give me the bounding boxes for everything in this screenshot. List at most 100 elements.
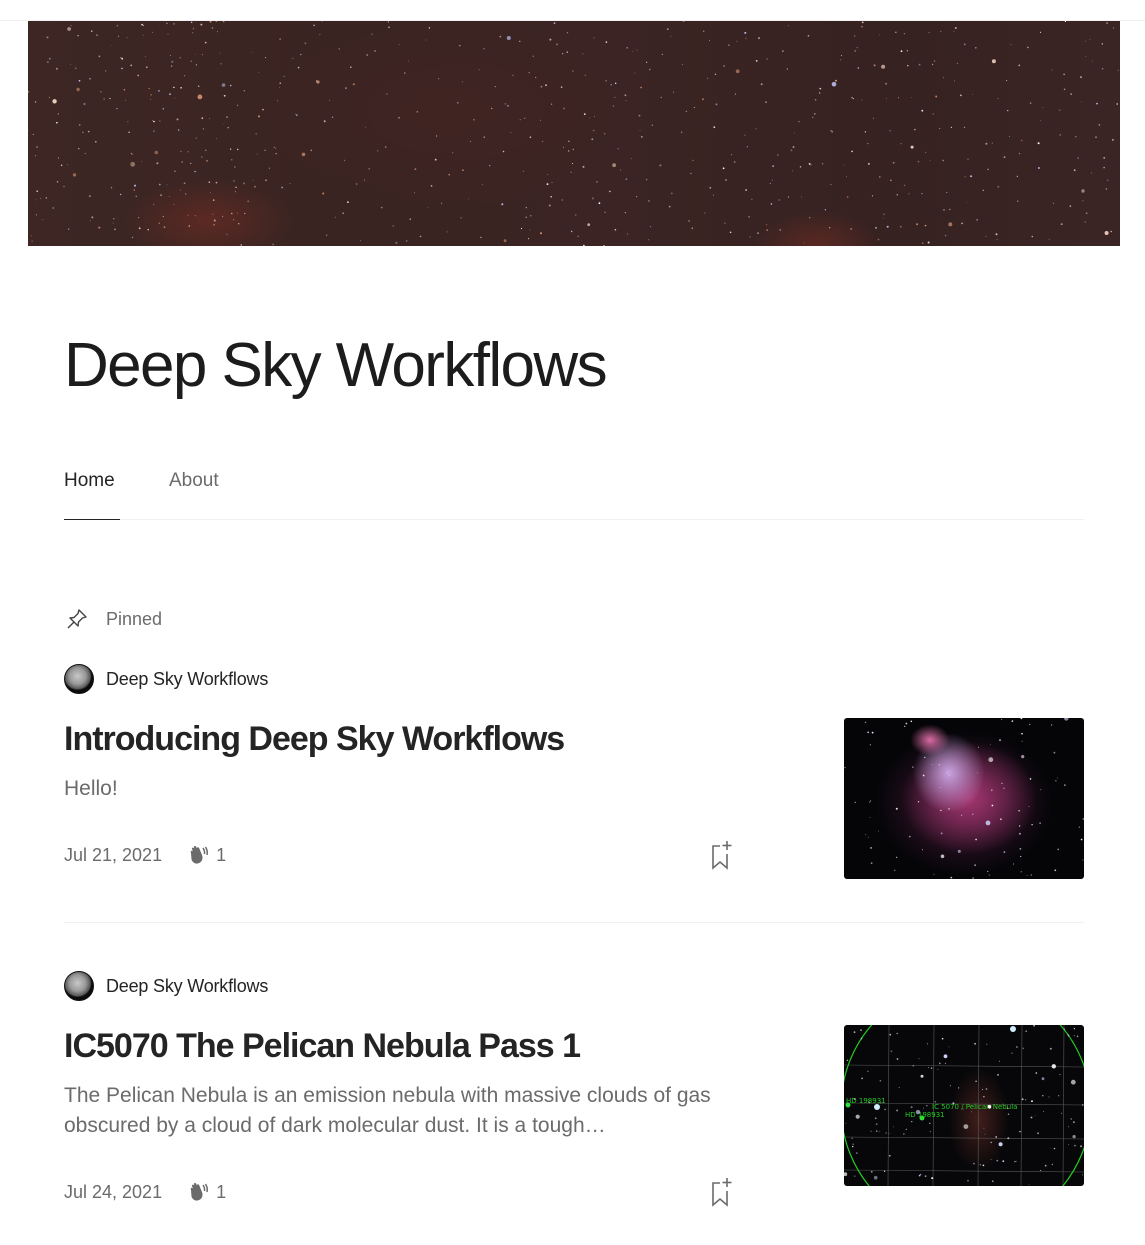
thumbnail-stars [844, 718, 1084, 879]
star [546, 183, 549, 186]
star [615, 82, 617, 84]
star [778, 199, 780, 201]
star [760, 83, 763, 86]
bookmark-add-button[interactable] [708, 1175, 738, 1209]
article-author[interactable]: Deep Sky Workflows [64, 664, 268, 694]
star [983, 1127, 985, 1129]
star [158, 90, 160, 92]
star [751, 198, 753, 200]
star [725, 179, 727, 181]
star [323, 120, 326, 123]
star [1064, 21, 1066, 22]
star [861, 21, 864, 24]
star [995, 233, 998, 236]
star [1002, 1160, 1005, 1163]
star [991, 804, 994, 807]
star [996, 1159, 999, 1162]
star [1028, 805, 1030, 807]
star [279, 82, 281, 84]
star [937, 1068, 939, 1070]
star [660, 96, 662, 99]
star [1007, 1137, 1010, 1140]
star [746, 146, 748, 148]
star [528, 238, 530, 240]
article-subtitle[interactable]: The Pelican Nebula is an emission nebula… [64, 1081, 764, 1141]
star [729, 231, 732, 234]
star [610, 84, 612, 86]
star [529, 136, 532, 138]
star [192, 27, 195, 30]
star [617, 148, 619, 150]
star [593, 37, 595, 39]
star [1051, 1064, 1056, 1069]
star [896, 1057, 899, 1060]
article-thumbnail[interactable]: HD 198931 HD 198931 IC 5070 / Pelican Ne… [844, 1025, 1084, 1186]
article-meta: Jul 21, 2021 1 [64, 844, 226, 866]
star [524, 117, 526, 119]
star [78, 124, 81, 126]
clap-button[interactable]: 1 [186, 1181, 226, 1203]
star [895, 807, 898, 810]
star [922, 242, 924, 244]
star [32, 133, 34, 136]
star [174, 170, 176, 173]
tab-home[interactable]: Home [64, 468, 115, 494]
star [896, 1109, 898, 1112]
star [483, 136, 485, 138]
star [788, 25, 789, 27]
article-title[interactable]: Introducing Deep Sky Workflows [64, 718, 565, 760]
star [1028, 1184, 1030, 1185]
star [604, 211, 606, 213]
article-subtitle[interactable]: Hello! [64, 774, 764, 804]
star [985, 235, 987, 237]
article-thumbnail[interactable] [844, 718, 1084, 879]
star [865, 834, 867, 836]
star [638, 114, 641, 117]
author-name[interactable]: Deep Sky Workflows [106, 669, 268, 690]
star [322, 192, 325, 195]
star [1059, 109, 1061, 111]
star [882, 218, 884, 220]
star [120, 57, 122, 59]
star [609, 190, 611, 193]
star [948, 1046, 950, 1048]
star [946, 192, 948, 193]
clap-button[interactable]: 1 [186, 844, 226, 866]
star [1091, 60, 1093, 62]
star [78, 79, 81, 82]
star [176, 118, 179, 121]
star [162, 215, 164, 218]
tab-about[interactable]: About [169, 468, 219, 494]
star [542, 141, 544, 142]
star [935, 95, 938, 98]
star [971, 1111, 972, 1113]
author-name[interactable]: Deep Sky Workflows [106, 976, 268, 997]
star [975, 1080, 977, 1083]
star [206, 160, 208, 162]
star [713, 194, 714, 196]
star [779, 229, 781, 231]
star [68, 228, 70, 230]
star [879, 1079, 882, 1082]
article-author[interactable]: Deep Sky Workflows [64, 971, 268, 1001]
star [1003, 787, 1005, 789]
star [949, 1085, 951, 1087]
star [843, 164, 845, 166]
star [931, 764, 933, 765]
bookmark-add-button[interactable] [708, 838, 738, 872]
star [194, 170, 196, 173]
star [905, 1128, 907, 1130]
star [539, 119, 541, 121]
star [854, 801, 856, 803]
star [889, 1033, 892, 1036]
star [1039, 1169, 1041, 1171]
star [55, 67, 58, 70]
article-title[interactable]: IC5070 The Pelican Nebula Pass 1 [64, 1025, 581, 1067]
star [388, 26, 390, 28]
star [127, 121, 129, 123]
star [1018, 64, 1021, 67]
star [870, 862, 873, 864]
star [89, 220, 91, 222]
star [620, 169, 622, 171]
star [156, 162, 159, 165]
